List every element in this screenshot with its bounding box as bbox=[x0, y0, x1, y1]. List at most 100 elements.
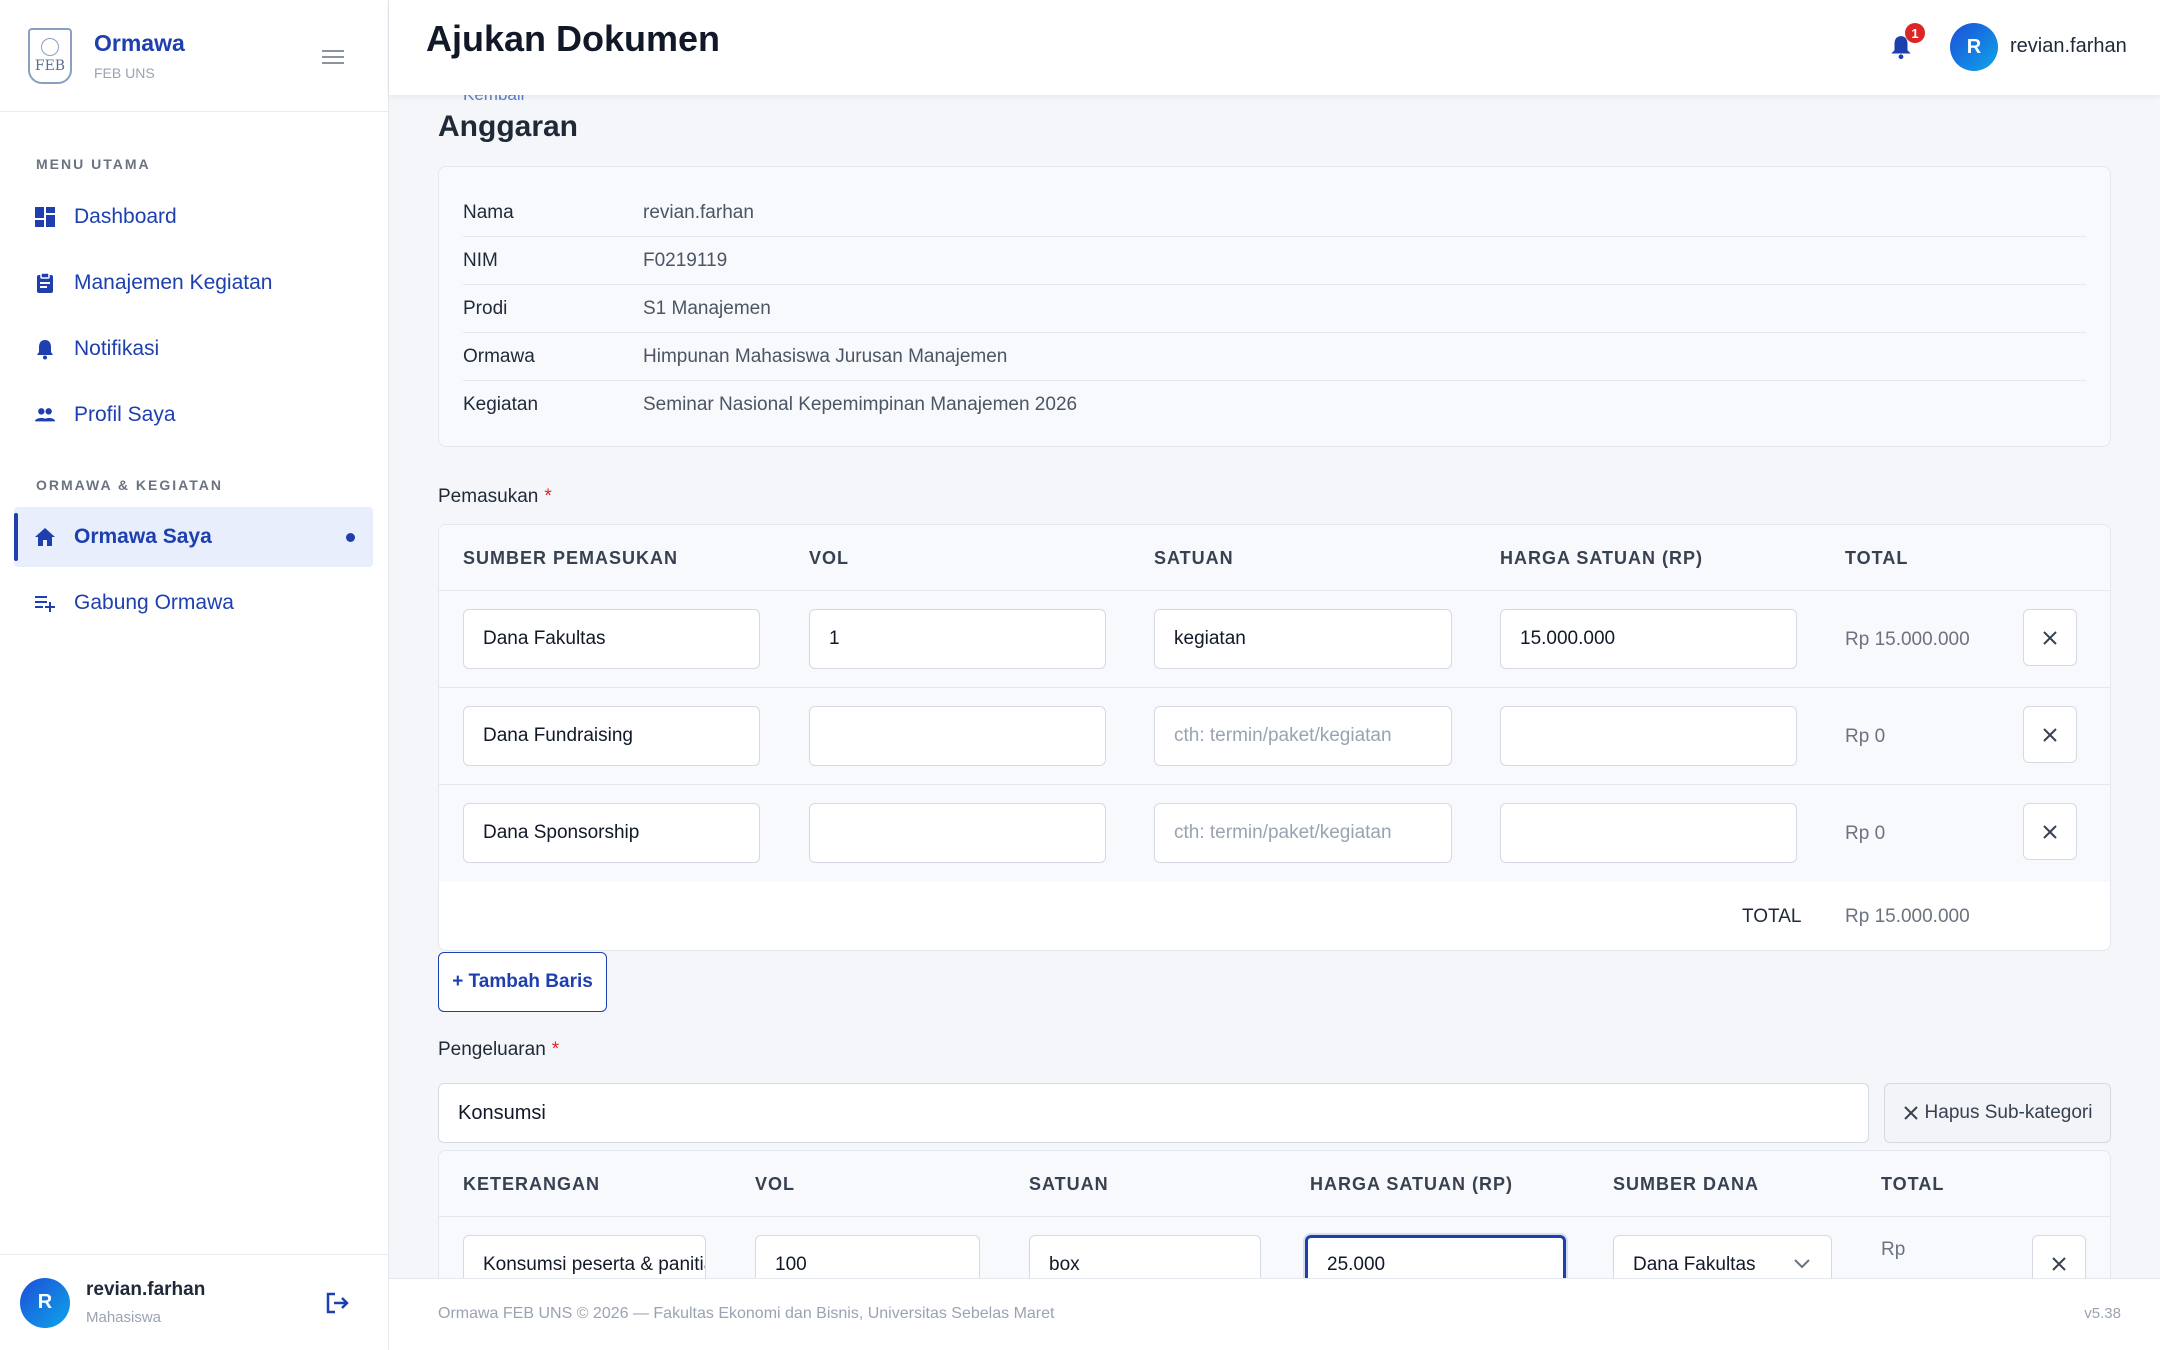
bell-icon bbox=[34, 338, 56, 360]
satuan-input[interactable]: kegiatan bbox=[1154, 609, 1452, 669]
sumber-input[interactable]: Dana Fundraising bbox=[463, 706, 760, 766]
sidebar-item-label: Ormawa Saya bbox=[74, 525, 212, 548]
playlist-add-icon bbox=[34, 592, 56, 614]
column-header: HARGA SATUAN (RP) bbox=[1500, 548, 1703, 568]
sidebar-item-label: Dashboard bbox=[74, 205, 177, 228]
page-footer: Ormawa FEB UNS © 2026 — Fakultas Ekonomi… bbox=[389, 1278, 2160, 1350]
close-icon bbox=[2052, 1256, 2066, 1271]
applicant-info-card: Nama revian.farhan NIM F0219119 Prodi S1… bbox=[438, 166, 2111, 447]
table-header: KETERANGAN VOL SATUAN HARGA SATUAN (RP) … bbox=[439, 1151, 2110, 1217]
logo-seal-icon bbox=[41, 37, 59, 56]
row-total: Rp 0 bbox=[1845, 823, 1886, 844]
section-title: Anggaran bbox=[438, 110, 579, 143]
brand-name: Ormawa bbox=[94, 30, 185, 56]
avatar[interactable]: R bbox=[20, 1277, 70, 1328]
column-header: TOTAL bbox=[1881, 1174, 1945, 1194]
grand-total: Rp 15.000.000 bbox=[1845, 906, 1970, 927]
row-total: Rp 0 bbox=[1845, 726, 1886, 747]
sidebar-item-gabung-ormawa[interactable]: Gabung Ormawa bbox=[14, 573, 373, 633]
sidebar-item-label: Notifikasi bbox=[74, 337, 160, 360]
sumber-dana-select[interactable]: Dana Fakultas bbox=[1613, 1235, 1832, 1278]
column-header: TOTAL bbox=[1845, 548, 1909, 568]
info-value: Himpunan Mahasiswa Jurusan Manajemen bbox=[643, 345, 1008, 367]
logout-icon[interactable] bbox=[325, 1291, 351, 1320]
pemasukan-table: SUMBER PEMASUKAN VOL SATUAN HARGA SATUAN… bbox=[438, 524, 2111, 951]
dashboard-icon bbox=[34, 206, 56, 228]
info-label: Kegiatan bbox=[463, 394, 539, 415]
people-icon bbox=[34, 404, 56, 426]
notification-badge: 1 bbox=[1905, 23, 1925, 43]
brand: FEB Ormawa FEB UNS bbox=[0, 0, 388, 112]
column-header: HARGA SATUAN (RP) bbox=[1310, 1174, 1513, 1194]
harga-input[interactable]: 25.000 bbox=[1305, 1235, 1566, 1278]
table-header: SUMBER PEMASUKAN VOL SATUAN HARGA SATUAN… bbox=[439, 525, 2110, 591]
info-row: Prodi S1 Manajemen bbox=[463, 285, 2086, 333]
header-user-name[interactable]: revian.farhan bbox=[2010, 35, 2127, 58]
sumber-input[interactable]: Dana Fakultas bbox=[463, 609, 760, 669]
sidebar-item-label: Profil Saya bbox=[74, 403, 176, 426]
sidebar-item-ormawa-saya[interactable]: Ormawa Saya bbox=[14, 507, 373, 567]
keterangan-input[interactable]: Konsumsi peserta & panitia bbox=[463, 1235, 706, 1278]
harga-input[interactable]: 15.000.000 bbox=[1500, 609, 1797, 669]
sidebar-user-panel: R revian.farhan Mahasiswa bbox=[0, 1254, 389, 1350]
feb-logo: FEB bbox=[28, 27, 72, 84]
info-label: Ormawa bbox=[463, 345, 535, 367]
footer-copyright: Ormawa FEB UNS © 2026 — Fakultas Ekonomi… bbox=[438, 1305, 1055, 1322]
column-header: KETERANGAN bbox=[463, 1174, 601, 1194]
page-title: Ajukan Dokumen bbox=[426, 18, 721, 59]
info-row: NIM F0219119 bbox=[463, 237, 2086, 285]
column-header: SATUAN bbox=[1154, 548, 1234, 568]
remove-row-button[interactable] bbox=[2023, 706, 2077, 763]
satuan-input[interactable]: cth: termin/paket/kegiatan bbox=[1154, 803, 1452, 863]
column-header: SUMBER DANA bbox=[1613, 1174, 1759, 1194]
remove-row-button[interactable] bbox=[2023, 609, 2077, 666]
sidebar-item-notifikasi[interactable]: Notifikasi bbox=[14, 319, 373, 379]
vol-input[interactable]: 100 bbox=[755, 1235, 980, 1278]
column-header: VOL bbox=[809, 548, 850, 568]
row-total: Rp bbox=[1881, 1239, 1906, 1260]
vol-input[interactable] bbox=[809, 706, 1106, 766]
menu-section-title: MENU UTAMA bbox=[36, 156, 151, 172]
remove-subcategory-button[interactable]: Hapus Sub-kategori bbox=[1884, 1083, 2111, 1143]
add-row-button[interactable]: + Tambah Baris bbox=[438, 952, 607, 1012]
satuan-input[interactable]: box bbox=[1029, 1235, 1261, 1278]
info-row: Nama revian.farhan bbox=[463, 189, 2086, 237]
pengeluaran-table: KETERANGAN VOL SATUAN HARGA SATUAN (RP) … bbox=[438, 1150, 2111, 1278]
table-row: Dana Fakultas 1 kegiatan 15.000.000 Rp 1… bbox=[439, 591, 2110, 688]
required-mark: * bbox=[551, 1039, 560, 1060]
sidebar-item-manajemen-kegiatan[interactable]: Manajemen Kegiatan bbox=[14, 253, 373, 313]
back-link[interactable]: Kembali bbox=[463, 95, 524, 105]
home-icon bbox=[34, 526, 56, 548]
satuan-input[interactable]: cth: termin/paket/kegiatan bbox=[1154, 706, 1452, 766]
remove-row-button[interactable] bbox=[2023, 803, 2077, 860]
info-label: Nama bbox=[463, 201, 514, 223]
info-value: F0219119 bbox=[643, 249, 728, 271]
harga-input[interactable] bbox=[1500, 803, 1797, 863]
menu-toggle-icon[interactable] bbox=[322, 50, 344, 64]
remove-row-button[interactable] bbox=[2032, 1235, 2086, 1278]
sidebar: FEB Ormawa FEB UNS MENU UTAMA Dashboard … bbox=[0, 0, 389, 1350]
close-icon bbox=[1903, 1106, 1918, 1120]
chevron-down-icon bbox=[1794, 1259, 1810, 1269]
sidebar-item-profil-saya[interactable]: Profil Saya bbox=[14, 385, 373, 445]
close-icon bbox=[2043, 630, 2057, 645]
harga-input[interactable] bbox=[1500, 706, 1797, 766]
vol-input[interactable]: 1 bbox=[809, 609, 1106, 669]
sidebar-item-dashboard[interactable]: Dashboard bbox=[14, 187, 373, 247]
table-row: Dana Fundraising cth: termin/paket/kegia… bbox=[439, 688, 2110, 785]
pengeluaran-label-text: Pengeluaran bbox=[438, 1039, 546, 1060]
required-mark: * bbox=[544, 486, 552, 507]
column-header: SUMBER PEMASUKAN bbox=[463, 548, 679, 568]
subcategory-input[interactable]: Konsumsi bbox=[438, 1083, 1869, 1143]
footer-version: v5.38 bbox=[2084, 1305, 2121, 1322]
table-row: Konsumsi peserta & panitia 100 box 25.00… bbox=[439, 1217, 2110, 1278]
vol-input[interactable] bbox=[809, 803, 1106, 863]
clipboard-icon bbox=[34, 272, 56, 294]
info-row: Ormawa Himpunan Mahasiswa Jurusan Manaje… bbox=[463, 333, 2086, 381]
sumber-input[interactable]: Dana Sponsorship bbox=[463, 803, 760, 863]
active-indicator-dot bbox=[346, 532, 355, 542]
header-avatar[interactable]: R bbox=[1950, 23, 1998, 71]
logo-text: FEB bbox=[34, 57, 66, 74]
total-label: TOTAL bbox=[1742, 906, 1802, 927]
column-header: SATUAN bbox=[1029, 1174, 1109, 1194]
